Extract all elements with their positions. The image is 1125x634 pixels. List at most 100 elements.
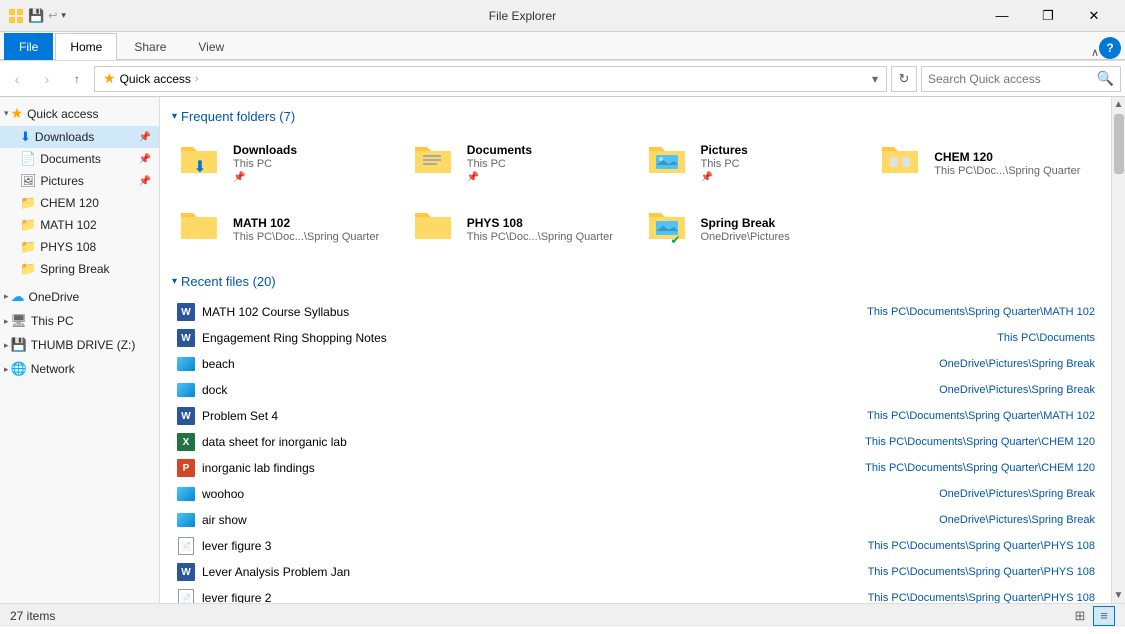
title-bar-controls: — ❐ ✕ xyxy=(979,0,1117,32)
file-name-woohoo: woohoo xyxy=(202,487,889,501)
scroll-up-icon[interactable]: ▲ xyxy=(1114,99,1124,110)
onedrive-chevron-icon xyxy=(4,291,9,302)
sidebar-thumbdrive-label: THUMB DRIVE (Z:) xyxy=(31,338,136,352)
folder-card-springbreak[interactable]: ✔ Spring Break OneDrive\Pictures xyxy=(640,200,866,258)
folder-info-springbreak: Spring Break OneDrive\Pictures xyxy=(701,216,859,243)
springbreak-folder-icon: 📁 xyxy=(20,261,36,277)
recent-files-header[interactable]: ▾ Recent files (20) xyxy=(172,274,1099,289)
pin-icon-documents: 📌 xyxy=(139,154,151,165)
tab-home[interactable]: Home xyxy=(55,33,117,60)
thumbdrive-chevron-icon xyxy=(4,340,9,351)
math102-folder-icon: 📁 xyxy=(20,217,36,233)
sidebar-item-pictures[interactable]: 🖼 Pictures 📌 xyxy=(0,170,159,192)
file-row-dock[interactable]: dock OneDrive\Pictures\Spring Break xyxy=(172,377,1099,403)
folder-pin-pictures: 📌 xyxy=(701,172,859,183)
folder-icon-math102 xyxy=(179,209,227,249)
folder-path-documents: This PC xyxy=(467,158,625,170)
scroll-thumb[interactable] xyxy=(1114,114,1124,174)
scroll-down-icon[interactable]: ▼ xyxy=(1114,590,1124,601)
scrollbar[interactable]: ▲ ▼ xyxy=(1111,97,1125,603)
sidebar-item-onedrive[interactable]: ☁ OneDrive xyxy=(0,284,159,309)
onedrive-icon: ☁ xyxy=(11,288,25,305)
grid-view-button[interactable]: ⊞ xyxy=(1069,606,1091,626)
image-icon-woohoo xyxy=(176,484,196,504)
sidebar-item-thispc[interactable]: 🖥 This PC xyxy=(0,309,159,333)
help-button[interactable]: ? xyxy=(1099,37,1121,59)
file-path-engagementring: This PC\Documents xyxy=(895,332,1095,344)
file-row-engagementring[interactable]: W Engagement Ring Shopping Notes This PC… xyxy=(172,325,1099,351)
quick-access-save-icon[interactable]: 💾 xyxy=(28,8,44,24)
folder-card-chem120[interactable]: CHEM 120 This PC\Doc...\Spring Quarter xyxy=(873,134,1099,192)
file-row-datasheet[interactable]: X data sheet for inorganic lab This PC\D… xyxy=(172,429,1099,455)
sidebar-item-chem120[interactable]: 📁 CHEM 120 xyxy=(0,192,159,214)
folder-icon-chem120 xyxy=(880,143,928,183)
folder-card-phys108[interactable]: PHYS 108 This PC\Doc...\Spring Quarter xyxy=(406,200,632,258)
sidebar-item-downloads[interactable]: ⬇ Downloads 📌 xyxy=(0,126,159,148)
sidebar-item-network[interactable]: 🌐 Network xyxy=(0,357,159,381)
undo-icon[interactable]: ↩ xyxy=(48,9,57,22)
list-view-button[interactable]: ≡ xyxy=(1093,606,1115,626)
file-row-math102syllabus[interactable]: W MATH 102 Course Syllabus This PC\Docum… xyxy=(172,299,1099,325)
file-path-datasheet: This PC\Documents\Spring Quarter\CHEM 12… xyxy=(865,436,1095,448)
file-row-leverfig2[interactable]: 📄 lever figure 2 This PC\Documents\Sprin… xyxy=(172,585,1099,603)
folder-card-downloads[interactable]: ⬇ Downloads This PC 📌 xyxy=(172,134,398,192)
search-box[interactable]: 🔍 xyxy=(921,66,1121,92)
file-row-leveranalysis[interactable]: W Lever Analysis Problem Jan This PC\Doc… xyxy=(172,559,1099,585)
file-row-woohoo[interactable]: woohoo OneDrive\Pictures\Spring Break xyxy=(172,481,1099,507)
word-icon-problemset4: W xyxy=(176,406,196,426)
view-toggle-buttons: ⊞ ≡ xyxy=(1069,606,1115,626)
refresh-button[interactable]: ↻ xyxy=(891,66,917,92)
image-icon-dock xyxy=(176,380,196,400)
sidebar-phys108-label: PHYS 108 xyxy=(40,240,96,254)
ribbon: File Home Share View ∧ ? xyxy=(0,32,1125,61)
title-bar-title: File Explorer xyxy=(66,9,979,23)
frequent-folders-header[interactable]: ▾ Frequent folders (7) xyxy=(172,109,1099,124)
sidebar-item-thumbdrive[interactable]: 💾 THUMB DRIVE (Z:) xyxy=(0,333,159,357)
sidebar-item-phys108[interactable]: 📁 PHYS 108 xyxy=(0,236,159,258)
search-icon[interactable]: 🔍 xyxy=(1097,70,1114,87)
quick-access-label: Quick access xyxy=(27,107,98,121)
tab-file[interactable]: File xyxy=(4,33,53,60)
ribbon-collapse-icon[interactable]: ∧ xyxy=(1091,46,1099,59)
up-button[interactable]: ↑ xyxy=(64,66,90,92)
folder-card-math102[interactable]: MATH 102 This PC\Doc...\Spring Quarter xyxy=(172,200,398,258)
address-bar[interactable]: ★ Quick access › ▾ xyxy=(94,66,887,92)
tab-view[interactable]: View xyxy=(183,33,239,60)
folder-name-pictures: Pictures xyxy=(701,143,859,157)
pin-icon-downloads: 📌 xyxy=(139,132,151,143)
file-row-leverfig3[interactable]: 📄 lever figure 3 This PC\Documents\Sprin… xyxy=(172,533,1099,559)
sidebar: ★ Quick access ⬇ Downloads 📌 📄 Documents… xyxy=(0,97,160,603)
search-input[interactable] xyxy=(928,72,1097,86)
file-row-inorganic[interactable]: P inorganic lab findings This PC\Documen… xyxy=(172,455,1099,481)
file-row-problemset4[interactable]: W Problem Set 4 This PC\Documents\Spring… xyxy=(172,403,1099,429)
minimize-button[interactable]: — xyxy=(979,0,1025,32)
recent-files-chevron-icon: ▾ xyxy=(172,276,177,287)
sidebar-springbreak-label: Spring Break xyxy=(40,262,109,276)
sidebar-item-math102[interactable]: 📁 MATH 102 xyxy=(0,214,159,236)
restore-button[interactable]: ❐ xyxy=(1025,0,1071,32)
file-row-airshow[interactable]: air show OneDrive\Pictures\Spring Break xyxy=(172,507,1099,533)
documents-icon: 📄 xyxy=(20,151,36,167)
address-path: Quick access xyxy=(120,72,191,86)
back-button[interactable]: ‹ xyxy=(4,66,30,92)
close-button[interactable]: ✕ xyxy=(1071,0,1117,32)
sidebar-section-quick-access[interactable]: ★ Quick access xyxy=(0,101,159,126)
folder-name-chem120: CHEM 120 xyxy=(934,150,1092,164)
folder-svg-math102 xyxy=(179,209,219,241)
folder-name-phys108: PHYS 108 xyxy=(467,216,625,230)
folder-card-documents[interactable]: Documents This PC 📌 xyxy=(406,134,632,192)
sidebar-item-springbreak[interactable]: 📁 Spring Break xyxy=(0,258,159,280)
folder-svg-chem120 xyxy=(880,143,920,175)
sidebar-onedrive-label: OneDrive xyxy=(29,290,80,304)
address-dropdown-icon[interactable]: ▾ xyxy=(872,72,878,86)
folder-icon-springbreak: ✔ xyxy=(647,209,695,249)
download-arrow-icon: ⬇ xyxy=(193,157,206,177)
file-path-inorganic: This PC\Documents\Spring Quarter\CHEM 12… xyxy=(865,462,1095,474)
file-name-math102syllabus: MATH 102 Course Syllabus xyxy=(202,305,861,319)
quick-access-star-sidebar-icon: ★ xyxy=(11,105,24,122)
folder-card-pictures[interactable]: Pictures This PC 📌 xyxy=(640,134,866,192)
forward-button[interactable]: › xyxy=(34,66,60,92)
sidebar-item-documents[interactable]: 📄 Documents 📌 xyxy=(0,148,159,170)
file-row-beach[interactable]: beach OneDrive\Pictures\Spring Break xyxy=(172,351,1099,377)
tab-share[interactable]: Share xyxy=(119,33,181,60)
